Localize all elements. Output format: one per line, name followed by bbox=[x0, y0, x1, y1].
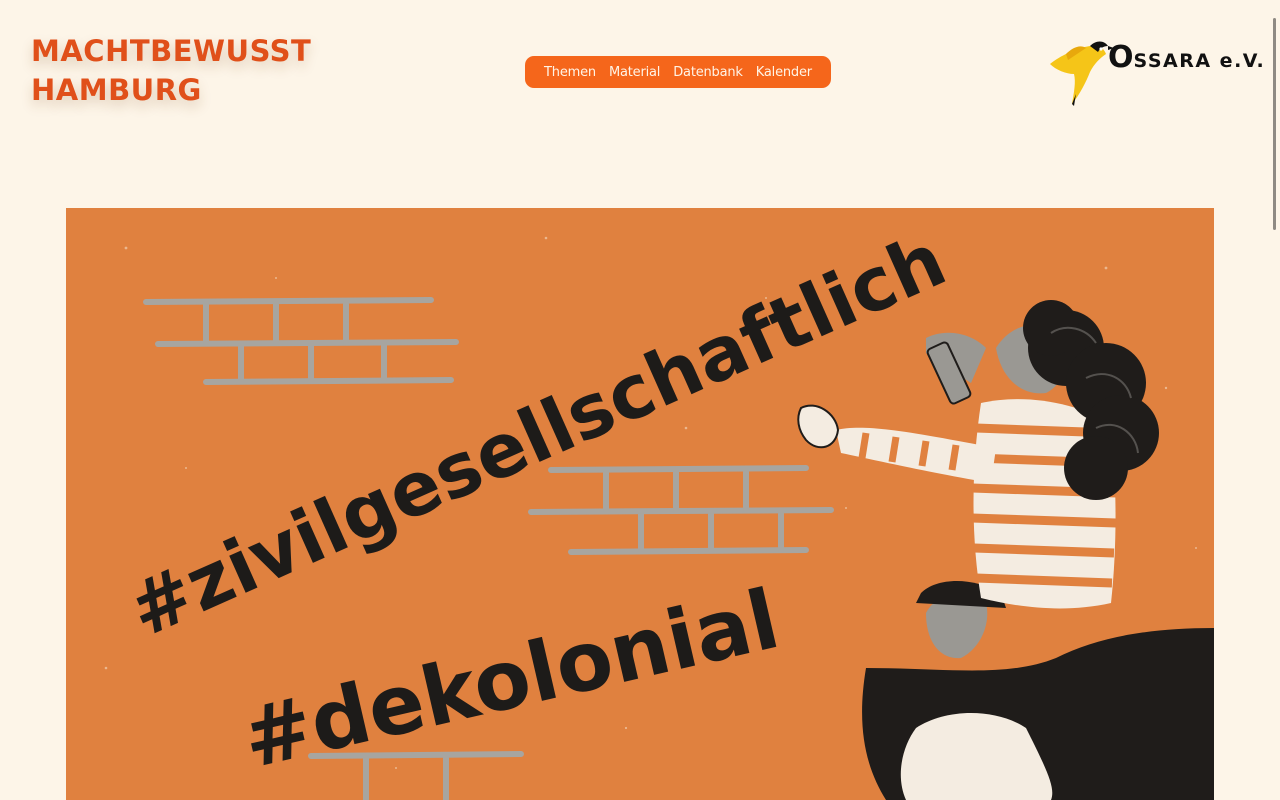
yellow-bird-icon bbox=[1050, 41, 1114, 106]
site-title-line-1: MACHTBEWUSST bbox=[31, 34, 312, 68]
logo-name: SSARA e.V. bbox=[1133, 50, 1266, 72]
nav-item-kalender[interactable]: Kalender bbox=[756, 65, 812, 80]
nav-item-datenbank[interactable]: Datenbank bbox=[673, 65, 743, 80]
site-title[interactable]: MACHTBEWUSST HAMBURG bbox=[31, 32, 311, 110]
main-nav: Themen Material Datenbank Kalender bbox=[525, 56, 831, 88]
page-scrollbar[interactable] bbox=[1273, 18, 1276, 230]
logo-wordmark: OSSARA e.V. bbox=[1108, 40, 1265, 75]
ossara-logo[interactable]: OSSARA e.V. bbox=[1046, 34, 1264, 108]
site-title-line-2: HAMBURG bbox=[31, 73, 202, 107]
nav-item-themen[interactable]: Themen bbox=[544, 65, 596, 80]
hero-illustration: #zivilgesellschaftlich #dekolonial bbox=[66, 208, 1214, 800]
logo-letter-o: O bbox=[1108, 40, 1134, 75]
nav-item-material[interactable]: Material bbox=[609, 65, 660, 80]
